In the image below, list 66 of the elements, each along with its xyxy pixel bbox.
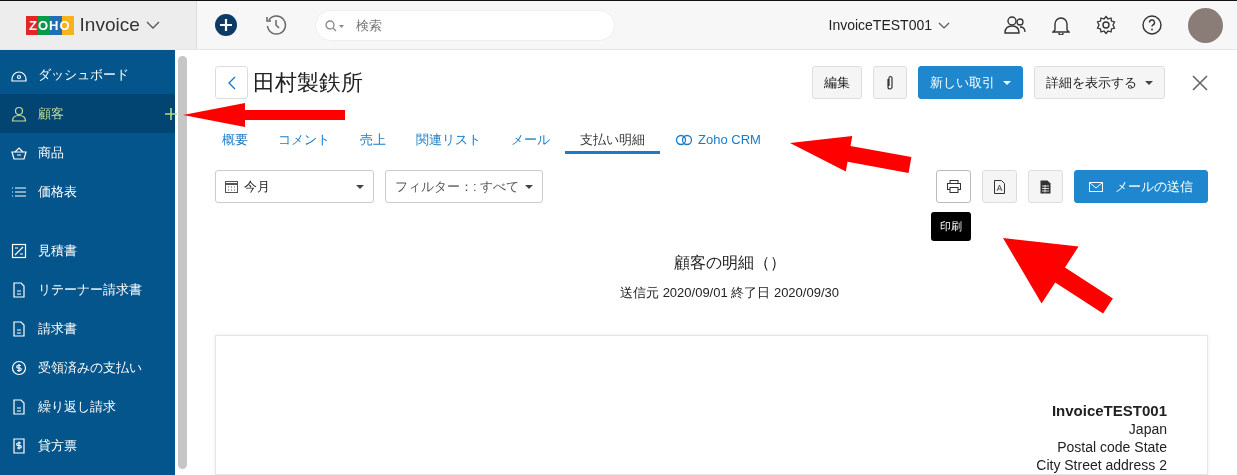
chevron-left-icon [227,75,236,90]
sidebar-item[interactable]: 商品 [0,133,175,172]
add-icon[interactable] [164,107,177,120]
sidebar-item[interactable]: 受領済みの支払い [0,348,175,387]
link-rings-icon [675,133,693,146]
paperclip-icon [886,74,894,91]
more-details-button[interactable]: 詳細を表示する [1034,66,1165,100]
document-icon [11,320,27,337]
user-icon [11,105,27,122]
spreadsheet-button[interactable] [1028,170,1063,203]
address-line: Postal code State [1056,438,1167,456]
scrollbar-thumb[interactable] [177,56,187,469]
tab[interactable]: 売上 [345,128,401,154]
users-icon[interactable] [1004,15,1026,35]
organization-switcher[interactable]: InvoiceTEST001 [828,17,932,33]
sidebar-item[interactable]: 顧客 [0,94,175,133]
new-transaction-button[interactable]: 新しい取引 [918,66,1023,100]
address-line: City Street address 2 [1036,456,1167,474]
send-email-button[interactable]: メールの送信 [1074,170,1208,203]
spreadsheet-document-icon [1040,179,1051,194]
sidebar-item[interactable]: 価格表 [0,172,175,211]
add-icon[interactable] [215,14,237,36]
user-avatar[interactable] [1188,7,1223,43]
address-line: Japan [1127,420,1167,438]
filter-dropdown[interactable]: フィルター：: すべて [385,170,544,203]
dollar-document-icon [11,437,27,454]
app-name[interactable]: Invoice [79,14,140,36]
dollar-coin-icon [11,359,27,376]
document-icon [11,281,27,298]
attachment-button[interactable] [873,66,907,100]
edit-button[interactable]: 編集 [812,66,862,100]
percent-document-icon [11,242,27,259]
sidebar-item[interactable]: 貸方票 [0,426,175,465]
sidebar-item[interactable]: 繰り返し請求 [0,387,175,426]
document-icon [11,398,27,415]
search-icon[interactable] [325,19,345,32]
tab[interactable]: 概要 [207,128,263,154]
customer-name: 田村製鉄所 [253,68,363,97]
sidebar-item[interactable]: 請求書 [0,309,175,348]
tab[interactable]: 支払い明細 [565,128,660,154]
statement-date-range: 送信元 2020/09/01 終了日 2020/09/30 [619,284,840,302]
tab[interactable]: Zoho CRM [660,128,776,154]
history-icon[interactable] [265,14,287,36]
close-icon[interactable] [1192,74,1208,91]
statement-title: 顧客の明細（） [672,253,787,273]
tab[interactable]: メール [496,128,565,154]
tab[interactable]: コメント [263,128,345,154]
chevron-down-icon[interactable] [938,21,950,29]
printer-icon [946,180,961,193]
period-dropdown[interactable]: 今月 [215,170,374,203]
sidebar-item[interactable]: 見積書 [0,231,175,270]
calendar-icon [225,180,238,193]
organization-name: InvoiceTEST001 [1050,402,1167,420]
search-field[interactable]: 検索 [315,9,615,41]
sidebar-item[interactable]: リテーナー請求書 [0,270,175,309]
pdf-document-icon [994,179,1005,194]
notification-bell-icon[interactable] [1052,15,1070,35]
pdf-button[interactable] [982,170,1017,203]
tooltip: 印刷 [931,212,971,241]
tab[interactable]: 関連リスト [401,128,496,154]
help-icon[interactable] [1142,15,1162,35]
print-button[interactable] [936,170,971,203]
chevron-down-icon[interactable] [145,21,160,29]
envelope-icon [1089,181,1103,192]
settings-icon[interactable] [1096,15,1116,35]
sidebar-item[interactable]: ダッシュボード [0,55,175,94]
